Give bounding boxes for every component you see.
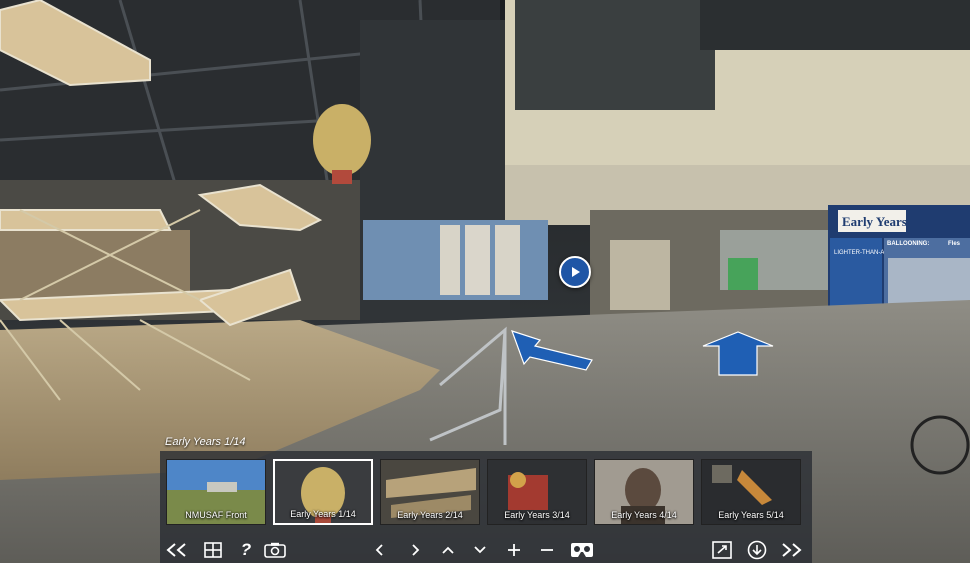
scene-thumbnail-early-years-4[interactable]: Early Years 4/14	[594, 459, 694, 525]
double-chevron-left-icon	[166, 543, 186, 557]
thumbnail-caption: Early Years 5/14	[718, 510, 784, 520]
chevron-up-icon	[442, 546, 454, 554]
sign-title: Early Years	[842, 214, 907, 229]
last-scene-button[interactable]	[780, 539, 804, 561]
zoom-in-button[interactable]	[502, 539, 526, 561]
fullscreen-button[interactable]	[710, 539, 734, 561]
double-chevron-right-icon	[782, 543, 802, 557]
scene-thumbnail-early-years-1[interactable]: Early Years 1/14	[273, 459, 373, 525]
thumbnail-caption: Early Years 2/14	[397, 510, 463, 520]
grid-icon	[204, 542, 222, 558]
scene-thumbnail-nmusaf-front[interactable]: NMUSAF Front	[166, 459, 266, 525]
thumbnail-caption: Early Years 4/14	[611, 510, 677, 520]
screenshot-button[interactable]	[263, 539, 287, 561]
thumbnail-caption: NMUSAF Front	[185, 510, 247, 520]
vr-goggles-icon	[571, 543, 593, 557]
help-icon: ?	[240, 540, 252, 559]
pan-left-button[interactable]	[367, 539, 391, 561]
download-button[interactable]	[745, 539, 769, 561]
pan-up-button[interactable]	[436, 539, 460, 561]
help-button[interactable]: ?	[234, 539, 258, 561]
camera-icon	[264, 542, 286, 558]
thumbnail-caption: Early Years 3/14	[504, 510, 570, 520]
chevron-down-icon	[474, 546, 486, 554]
download-icon	[747, 540, 767, 560]
chevron-left-icon	[375, 544, 383, 556]
scene-thumbnail-early-years-3[interactable]: Early Years 3/14	[487, 459, 587, 525]
sign-panel-2b: Fles	[948, 241, 961, 247]
play-media-button[interactable]	[559, 256, 591, 288]
chevron-right-icon	[412, 544, 420, 556]
sign-panel-2: BALLOONING:	[887, 241, 929, 247]
minus-icon	[541, 549, 553, 551]
scene-thumbnail-strip: NMUSAF Front Early Years 1/14 Early Year…	[166, 459, 801, 525]
current-scene-label: Early Years 1/14	[165, 436, 246, 448]
pan-right-button[interactable]	[404, 539, 428, 561]
thumbnail-caption: Early Years 1/14	[290, 509, 356, 519]
tour-navigation-panel: NMUSAF Front Early Years 1/14 Early Year…	[160, 451, 812, 563]
scene-thumbnail-early-years-5[interactable]: Early Years 5/14	[701, 459, 801, 525]
first-scene-button[interactable]	[164, 539, 188, 561]
fullscreen-icon	[712, 541, 732, 559]
thumbnail-grid-button[interactable]	[201, 539, 225, 561]
vr-mode-button[interactable]	[567, 539, 597, 561]
zoom-out-button[interactable]	[535, 539, 559, 561]
scene-thumbnail-early-years-2[interactable]: Early Years 2/14	[380, 459, 480, 525]
viewer-toolbar: ?	[160, 537, 812, 563]
pan-down-button[interactable]	[468, 539, 492, 561]
play-icon	[572, 267, 580, 277]
plus-icon	[508, 544, 520, 556]
